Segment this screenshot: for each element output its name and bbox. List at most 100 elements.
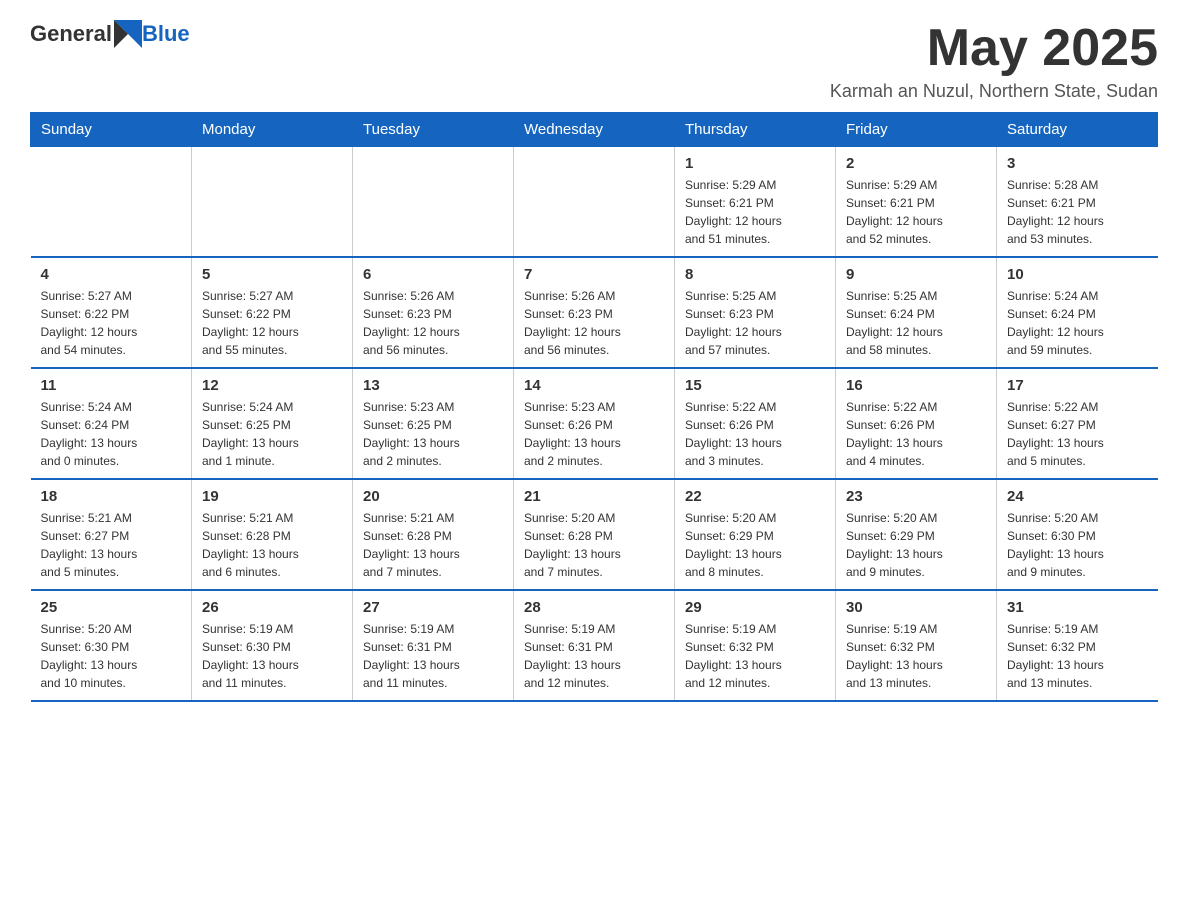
day-info: Sunrise: 5:24 AMSunset: 6:24 PMDaylight:…: [41, 398, 182, 470]
calendar-day-cell: 15 Sunrise: 5:22 AMSunset: 6:26 PMDayligh…: [675, 368, 836, 479]
day-number: 12: [202, 377, 342, 394]
calendar-day-header: Sunday: [31, 113, 192, 147]
day-info: Sunrise: 5:20 AMSunset: 6:30 PMDaylight:…: [41, 620, 182, 692]
calendar-day-cell: 5 Sunrise: 5:27 AMSunset: 6:22 PMDaylight…: [192, 257, 353, 368]
day-info: Sunrise: 5:21 AMSunset: 6:28 PMDaylight:…: [202, 509, 342, 581]
calendar-week-row: 11 Sunrise: 5:24 AMSunset: 6:24 PMDayligh…: [31, 368, 1158, 479]
day-number: 17: [1007, 377, 1148, 394]
day-info: Sunrise: 5:20 AMSunset: 6:29 PMDaylight:…: [685, 509, 825, 581]
calendar-day-cell: 12 Sunrise: 5:24 AMSunset: 6:25 PMDayligh…: [192, 368, 353, 479]
calendar-day-cell: 16Sunrise: 5:22 AMSunset: 6:26 PMDayligh…: [836, 368, 997, 479]
calendar-day-cell: 17Sunrise: 5:22 AMSunset: 6:27 PMDayligh…: [997, 368, 1158, 479]
day-info: Sunrise: 5:19 AMSunset: 6:31 PMDaylight:…: [363, 620, 503, 692]
calendar-day-cell: 27 Sunrise: 5:19 AMSunset: 6:31 PMDayligh…: [353, 590, 514, 701]
day-info: Sunrise: 5:19 AMSunset: 6:32 PMDaylight:…: [685, 620, 825, 692]
calendar-day-cell: [192, 147, 353, 258]
calendar-day-header: Saturday: [997, 113, 1158, 147]
day-number: 26: [202, 599, 342, 616]
calendar-day-cell: [514, 147, 675, 258]
calendar-day-header: Monday: [192, 113, 353, 147]
calendar-day-cell: 19Sunrise: 5:21 AMSunset: 6:28 PMDayligh…: [192, 479, 353, 590]
calendar-day-cell: [31, 147, 192, 258]
calendar-day-cell: 1Sunrise: 5:29 AMSunset: 6:21 PMDaylight…: [675, 147, 836, 258]
day-number: 29: [685, 599, 825, 616]
calendar-day-cell: 26 Sunrise: 5:19 AMSunset: 6:30 PMDayligh…: [192, 590, 353, 701]
day-number: 6: [363, 266, 503, 283]
day-number: 10: [1007, 266, 1148, 283]
day-info: Sunrise: 5:25 AMSunset: 6:24 PMDaylight:…: [846, 287, 986, 359]
calendar-week-row: 25 Sunrise: 5:20 AMSunset: 6:30 PMDayligh…: [31, 590, 1158, 701]
day-number: 18: [41, 488, 182, 505]
calendar-day-cell: 24 Sunrise: 5:20 AMSunset: 6:30 PMDayligh…: [997, 479, 1158, 590]
calendar-day-cell: 8Sunrise: 5:25 AMSunset: 6:23 PMDaylight…: [675, 257, 836, 368]
calendar-week-row: 1 Sunrise: 5:29 AMSunset: 6:21 PMDaylight…: [31, 147, 1158, 258]
calendar-day-cell: 30 Sunrise: 5:19 AMSunset: 6:32 PMDayligh…: [836, 590, 997, 701]
calendar-day-cell: 7 Sunrise: 5:26 AMSunset: 6:23 PMDaylight…: [514, 257, 675, 368]
day-number: 11: [41, 377, 182, 394]
calendar-day-cell: 18Sunrise: 5:21 AMSunset: 6:27 PMDayligh…: [31, 479, 192, 590]
day-number: 22: [685, 488, 825, 505]
logo-general: General: [30, 21, 112, 47]
day-info: Sunrise: 5:22 AMSunset: 6:26 PMDaylight:…: [685, 398, 825, 470]
calendar-day-header: Thursday: [675, 113, 836, 147]
day-info: Sunrise: 5:20 AMSunset: 6:29 PMDaylight:…: [846, 509, 986, 581]
calendar-day-cell: 3Sunrise: 5:28 AMSunset: 6:21 PMDaylight…: [997, 147, 1158, 258]
day-number: 24: [1007, 488, 1148, 505]
day-info: Sunrise: 5:24 AMSunset: 6:25 PMDaylight:…: [202, 398, 342, 470]
day-info: Sunrise: 5:19 AMSunset: 6:30 PMDaylight:…: [202, 620, 342, 692]
day-number: 20: [363, 488, 503, 505]
calendar-week-row: 4 Sunrise: 5:27 AMSunset: 6:22 PMDaylight…: [31, 257, 1158, 368]
day-number: 13: [363, 377, 503, 394]
calendar-day-cell: 13Sunrise: 5:23 AMSunset: 6:25 PMDayligh…: [353, 368, 514, 479]
calendar-day-cell: 11 Sunrise: 5:24 AMSunset: 6:24 PMDayligh…: [31, 368, 192, 479]
calendar-day-header: Friday: [836, 113, 997, 147]
logo-blue: Blue: [142, 21, 190, 47]
calendar-day-header: Tuesday: [353, 113, 514, 147]
day-info: Sunrise: 5:19 AMSunset: 6:32 PMDaylight:…: [846, 620, 986, 692]
day-info: Sunrise: 5:23 AMSunset: 6:26 PMDaylight:…: [524, 398, 664, 470]
day-number: 14: [524, 377, 664, 394]
day-number: 30: [846, 599, 986, 616]
calendar-day-cell: 28 Sunrise: 5:19 AMSunset: 6:31 PMDayligh…: [514, 590, 675, 701]
calendar-day-cell: 6 Sunrise: 5:26 AMSunset: 6:23 PMDaylight…: [353, 257, 514, 368]
day-info: Sunrise: 5:27 AMSunset: 6:22 PMDaylight:…: [41, 287, 182, 359]
day-info: Sunrise: 5:26 AMSunset: 6:23 PMDaylight:…: [524, 287, 664, 359]
day-number: 15: [685, 377, 825, 394]
day-number: 1: [685, 155, 825, 172]
calendar-day-cell: 25 Sunrise: 5:20 AMSunset: 6:30 PMDayligh…: [31, 590, 192, 701]
day-info: Sunrise: 5:19 AMSunset: 6:31 PMDaylight:…: [524, 620, 664, 692]
day-info: Sunrise: 5:24 AMSunset: 6:24 PMDaylight:…: [1007, 287, 1148, 359]
month-year-title: May 2025: [830, 20, 1158, 77]
day-number: 28: [524, 599, 664, 616]
location-subtitle: Karmah an Nuzul, Northern State, Sudan: [830, 81, 1158, 102]
day-number: 9: [846, 266, 986, 283]
day-number: 27: [363, 599, 503, 616]
day-number: 21: [524, 488, 664, 505]
day-number: 7: [524, 266, 664, 283]
day-number: 23: [846, 488, 986, 505]
day-info: Sunrise: 5:26 AMSunset: 6:23 PMDaylight:…: [363, 287, 503, 359]
day-number: 16: [846, 377, 986, 394]
day-number: 25: [41, 599, 182, 616]
day-info: Sunrise: 5:29 AMSunset: 6:21 PMDaylight:…: [846, 176, 986, 248]
calendar-day-cell: 10 Sunrise: 5:24 AMSunset: 6:24 PMDayligh…: [997, 257, 1158, 368]
day-number: 5: [202, 266, 342, 283]
logo: General Blue: [30, 20, 190, 48]
page-header: General Blue May 2025 Karmah an Nuzul, N…: [30, 20, 1158, 102]
day-info: Sunrise: 5:19 AMSunset: 6:32 PMDaylight:…: [1007, 620, 1148, 692]
calendar-day-cell: 14 Sunrise: 5:23 AMSunset: 6:26 PMDayligh…: [514, 368, 675, 479]
calendar-day-cell: 20Sunrise: 5:21 AMSunset: 6:28 PMDayligh…: [353, 479, 514, 590]
calendar-day-header: Wednesday: [514, 113, 675, 147]
day-info: Sunrise: 5:27 AMSunset: 6:22 PMDaylight:…: [202, 287, 342, 359]
calendar-day-cell: 22 Sunrise: 5:20 AMSunset: 6:29 PMDayligh…: [675, 479, 836, 590]
day-number: 4: [41, 266, 182, 283]
logo-icon: [114, 20, 142, 48]
title-block: May 2025 Karmah an Nuzul, Northern State…: [830, 20, 1158, 102]
calendar-week-row: 18Sunrise: 5:21 AMSunset: 6:27 PMDayligh…: [31, 479, 1158, 590]
day-info: Sunrise: 5:20 AMSunset: 6:30 PMDaylight:…: [1007, 509, 1148, 581]
calendar-day-cell: 2 Sunrise: 5:29 AMSunset: 6:21 PMDaylight…: [836, 147, 997, 258]
calendar-day-cell: 21Sunrise: 5:20 AMSunset: 6:28 PMDayligh…: [514, 479, 675, 590]
calendar-day-cell: 29 Sunrise: 5:19 AMSunset: 6:32 PMDayligh…: [675, 590, 836, 701]
day-number: 3: [1007, 155, 1148, 172]
day-number: 2: [846, 155, 986, 172]
